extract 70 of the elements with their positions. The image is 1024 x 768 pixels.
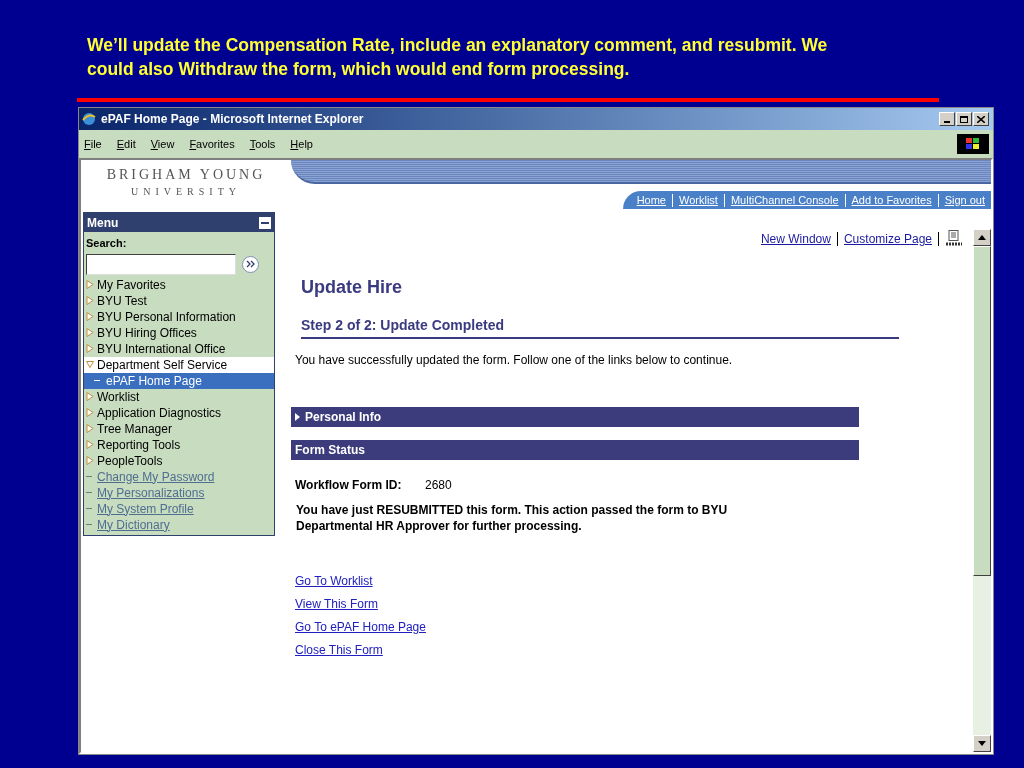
search-label: Search: xyxy=(85,236,128,251)
action-link[interactable]: View This Form xyxy=(295,595,378,613)
dash-icon xyxy=(86,508,92,509)
action-link[interactable]: Close This Form xyxy=(295,641,383,659)
page-link[interactable]: Customize Page xyxy=(843,230,932,248)
expanded-triangle-icon xyxy=(86,360,94,369)
down-arrow-icon xyxy=(978,741,986,746)
search-go-button[interactable] xyxy=(242,255,259,273)
menu-item[interactable]: My Dictionary xyxy=(84,516,274,533)
menu-item[interactable]: Department Self Service xyxy=(84,356,274,373)
menu-item[interactable]: My Favorites xyxy=(84,276,274,293)
menu-item[interactable]: Favorites xyxy=(189,135,235,153)
form-id-label: Workflow Form ID: xyxy=(295,477,403,494)
close-button[interactable] xyxy=(973,112,989,126)
menu-item[interactable]: PeopleTools xyxy=(84,452,274,469)
section-title: Personal Info xyxy=(305,409,381,426)
http-page-icon[interactable] xyxy=(945,230,963,248)
minimize-button[interactable] xyxy=(939,112,955,126)
menu-item[interactable]: My Personalizations xyxy=(84,484,274,501)
dash-icon xyxy=(86,476,92,477)
action-link[interactable]: Go To ePAF Home Page xyxy=(295,618,426,636)
menu-item[interactable]: Change My Password xyxy=(84,468,274,485)
menu-item[interactable]: BYU Hiring Offices xyxy=(84,324,274,341)
nav-link[interactable]: MultiChannel Console xyxy=(730,191,839,209)
double-chevron-icon xyxy=(246,260,255,268)
window-title: ePAF Home Page - Microsoft Internet Explorer xyxy=(101,111,365,128)
menu-item[interactable]: BYU International Office xyxy=(84,340,274,357)
menu-item[interactable]: Tree Manager xyxy=(84,420,274,437)
expand-arrow-icon xyxy=(295,413,300,421)
scroll-thumb[interactable] xyxy=(973,246,991,576)
logo-text: UNIVERSITY xyxy=(130,185,242,199)
search-field[interactable] xyxy=(86,253,236,275)
message-text: You have successfully updated the form. Follow one of the links below to continue. xyxy=(295,352,734,369)
menu-item[interactable]: Tools xyxy=(249,135,276,153)
scroll-down-button[interactable] xyxy=(973,735,991,752)
nav-link[interactable]: Sign out xyxy=(944,191,985,209)
dash-icon xyxy=(94,380,100,381)
section-title: Form Status xyxy=(295,442,365,459)
action-link[interactable]: Go To Worklist xyxy=(295,572,373,590)
menu-item[interactable]: BYU Personal Information xyxy=(84,308,274,325)
scroll-up-button[interactable] xyxy=(973,229,991,246)
nav-link[interactable]: Home xyxy=(636,191,666,209)
up-arrow-icon xyxy=(978,235,986,240)
browser-icon xyxy=(81,111,97,127)
menu-item[interactable]: Worklist xyxy=(84,388,274,405)
menu-item[interactable]: BYU Test xyxy=(84,292,274,309)
menu-title: Menu xyxy=(87,214,119,232)
menu-item[interactable]: My System Profile xyxy=(84,500,274,517)
menu-item[interactable]: Application Diagnostics xyxy=(84,404,274,421)
dash-icon xyxy=(86,492,92,493)
menu-item[interactable]: Edit xyxy=(116,135,136,153)
close-icon xyxy=(977,115,985,123)
collapse-button[interactable] xyxy=(259,216,271,229)
nav-link[interactable]: Worklist xyxy=(679,191,718,209)
nav-link[interactable]: Add to Favorites xyxy=(851,191,932,209)
menu-item[interactable]: Help xyxy=(290,135,313,153)
form-id-value: 2680 xyxy=(425,477,452,494)
page-link[interactable]: New Window xyxy=(760,230,831,248)
logo-text: BRIGHAM YOUNG xyxy=(105,166,267,184)
maximize-button[interactable] xyxy=(956,112,972,126)
windows-logo-icon xyxy=(957,134,989,154)
menu-item[interactable]: View xyxy=(150,135,175,153)
slide-caption: We’ll update the Compensation Rate, include an explanatory comment, and resubmit. We could also Withdraw the form, which would end form processing. xyxy=(87,34,829,81)
menu-item[interactable]: Reporting Tools xyxy=(84,436,274,453)
menu-item[interactable]: File xyxy=(84,135,102,153)
dash-icon xyxy=(86,524,92,525)
step-heading: Step 2 of 2: Update Completed xyxy=(301,315,899,339)
status-message: You have just RESUBMITTED this form. This action passed the form to BYU Departmental HR Approver for further processing. xyxy=(296,502,729,534)
page-title: Update Hire xyxy=(301,276,404,299)
section-header-bar[interactable]: Personal Info xyxy=(291,407,859,427)
